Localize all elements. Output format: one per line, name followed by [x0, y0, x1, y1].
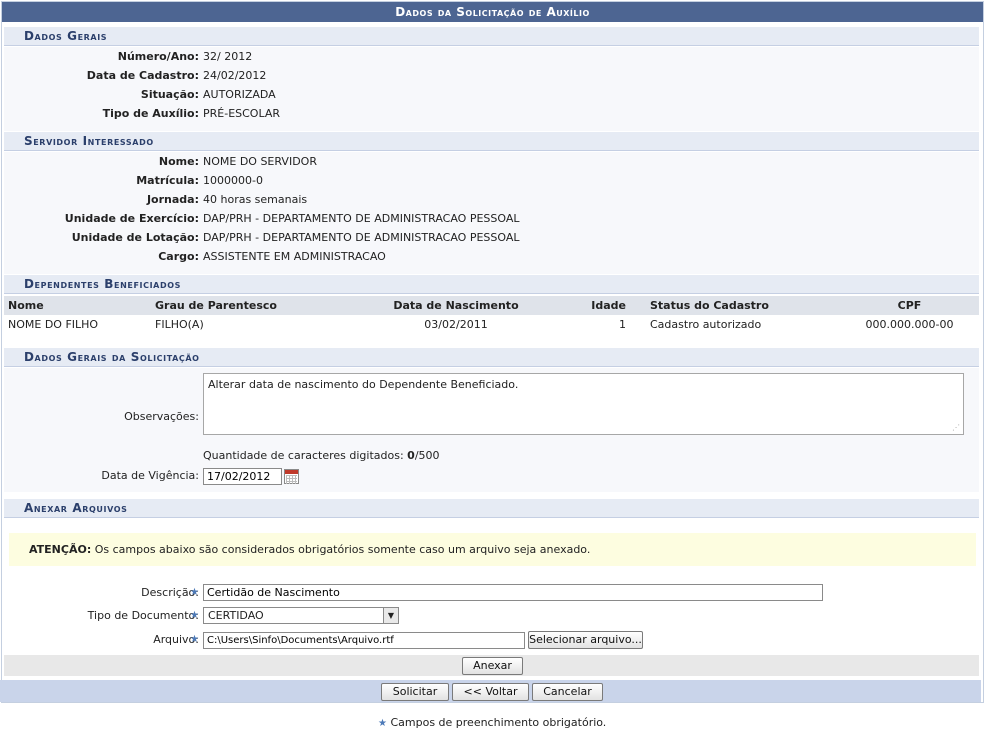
- observacoes-textarea[interactable]: Alterar data de nascimento do Dependente…: [203, 373, 964, 435]
- char-counter-label: Quantidade de caracteres digitados:: [203, 449, 404, 462]
- attention-box: ATENÇÃO: Os campos abaixo são considerad…: [9, 533, 976, 566]
- field-label: Jornada:: [146, 193, 199, 206]
- cell-grau: FILHO(A): [155, 318, 204, 331]
- col-idade: Idade: [556, 296, 630, 315]
- tipo-label: Tipo de Documento:: [87, 609, 199, 622]
- field-tipo-auxilio: Tipo de Auxílio: PRÉ-ESCOLAR: [0, 106, 985, 122]
- field-value: DAP/PRH - DEPARTAMENTO DE ADMINISTRACAO …: [203, 231, 520, 244]
- field-label: Matrícula:: [136, 174, 199, 187]
- field-unidade-lotacao: Unidade de Lotação: DAP/PRH - DEPARTAMEN…: [0, 230, 985, 246]
- table-row: NOME DO FILHO FILHO(A) 03/02/2011 1 Cada…: [4, 315, 979, 334]
- required-star-icon: ★: [378, 718, 387, 729]
- required-star-icon: ★: [190, 610, 199, 621]
- tipo-documento-value: CERTIDAO: [208, 609, 264, 622]
- field-nome-servidor: Nome: NOME DO SERVIDOR: [0, 154, 985, 170]
- field-value: NOME DO SERVIDOR: [203, 155, 317, 168]
- field-unidade-exercicio: Unidade de Exercício: DAP/PRH - DEPARTAM…: [0, 211, 985, 227]
- cell-idade: 1: [619, 318, 626, 331]
- field-label: Tipo de Auxílio:: [102, 107, 199, 120]
- field-data-cadastro: Data de Cadastro: 24/02/2012: [0, 68, 985, 84]
- field-matricula: Matrícula: 1000000-0: [0, 173, 985, 189]
- required-star-icon: ★: [190, 587, 199, 598]
- col-grau: Grau de Parentesco: [151, 296, 356, 315]
- field-label: Nome:: [158, 155, 199, 168]
- section-dependentes: Dependentes Beneficiados: [4, 275, 979, 294]
- field-cargo: Cargo: ASSISTENTE EM ADMINISTRACAO: [0, 249, 985, 265]
- cell-nascimento: 03/02/2011: [424, 318, 488, 331]
- char-counter-max: /500: [414, 449, 440, 462]
- field-value: 32/ 2012: [203, 50, 253, 63]
- attention-text: Os campos abaixo são considerados obriga…: [94, 543, 591, 556]
- required-star-icon: ★: [190, 634, 199, 645]
- field-situacao: Situação: AUTORIZADA: [0, 87, 985, 103]
- page-title: Dados da Solicitação de Auxílio: [2, 2, 983, 22]
- field-value: 1000000-0: [203, 174, 263, 187]
- calendar-icon[interactable]: [284, 469, 299, 484]
- field-value: AUTORIZADA: [203, 88, 276, 101]
- observacoes-text: Alterar data de nascimento do Dependente…: [208, 378, 519, 391]
- arquivo-input[interactable]: [203, 632, 525, 649]
- field-label: Unidade de Exercício:: [64, 212, 199, 225]
- section-anexar: Anexar Arquivos: [4, 499, 979, 518]
- descricao-input[interactable]: [203, 584, 823, 601]
- section-servidor: Servidor Interessado: [4, 132, 979, 151]
- vigencia-row: Data de Vigência:: [0, 468, 985, 484]
- anexar-button[interactable]: Anexar: [462, 657, 523, 675]
- field-label: Número/Ano:: [117, 50, 199, 63]
- col-nome: Nome: [4, 296, 151, 315]
- observacoes-label: Observações:: [124, 410, 199, 423]
- solicitar-button[interactable]: Solicitar: [381, 683, 449, 701]
- field-value: 24/02/2012: [203, 69, 267, 82]
- col-nascimento: Data de Nascimento: [356, 296, 556, 315]
- col-status: Status do Cadastro: [630, 296, 840, 315]
- resize-grip-icon[interactable]: ⋰: [952, 423, 960, 432]
- field-jornada: Jornada: 40 horas semanais: [0, 192, 985, 208]
- voltar-button[interactable]: << Voltar: [452, 683, 529, 701]
- chevron-down-icon[interactable]: ▼: [383, 608, 398, 623]
- section-solicitacao: Dados Gerais da Solicitação: [4, 348, 979, 367]
- field-value: 40 horas semanais: [203, 193, 308, 206]
- field-label: Situação:: [140, 88, 199, 101]
- field-label: Unidade de Lotação:: [71, 231, 199, 244]
- field-value: PRÉ-ESCOLAR: [203, 107, 281, 120]
- field-label: Data de Cadastro:: [86, 69, 199, 82]
- field-numero-ano: Número/Ano: 32/ 2012: [0, 49, 985, 65]
- field-value: ASSISTENTE EM ADMINISTRACAO: [203, 250, 386, 263]
- tipo-documento-select[interactable]: CERTIDAO ▼: [203, 607, 399, 624]
- vigencia-input[interactable]: [203, 468, 282, 485]
- col-cpf: CPF: [840, 296, 979, 315]
- cancelar-button[interactable]: Cancelar: [532, 683, 603, 701]
- dependentes-table: Nome Grau de Parentesco Data de Nascimen…: [4, 296, 979, 334]
- selecionar-arquivo-button[interactable]: Selecionar arquivo...: [528, 631, 643, 649]
- table-header-row: Nome Grau de Parentesco Data de Nascimen…: [4, 296, 979, 315]
- required-legend-text: Campos de preenchimento obrigatório.: [390, 716, 607, 729]
- section-dados-gerais: Dados Gerais: [4, 27, 979, 46]
- char-counter-value: 0: [407, 449, 415, 462]
- field-label: Cargo:: [158, 250, 199, 263]
- cell-status: Cadastro autorizado: [650, 318, 762, 331]
- vigencia-label: Data de Vigência:: [101, 469, 199, 482]
- tipo-row: Tipo de Documento:: [0, 608, 985, 624]
- cell-cpf: 000.000.000-00: [865, 318, 954, 331]
- cell-nome: NOME DO FILHO: [8, 318, 99, 331]
- char-counter: Quantidade de caracteres digitados: 0/50…: [203, 448, 440, 464]
- field-value: DAP/PRH - DEPARTAMENTO DE ADMINISTRACAO …: [203, 212, 520, 225]
- attention-label: ATENÇÃO:: [29, 543, 92, 556]
- required-legend: ★ Campos de preenchimento obrigatório.: [378, 716, 606, 729]
